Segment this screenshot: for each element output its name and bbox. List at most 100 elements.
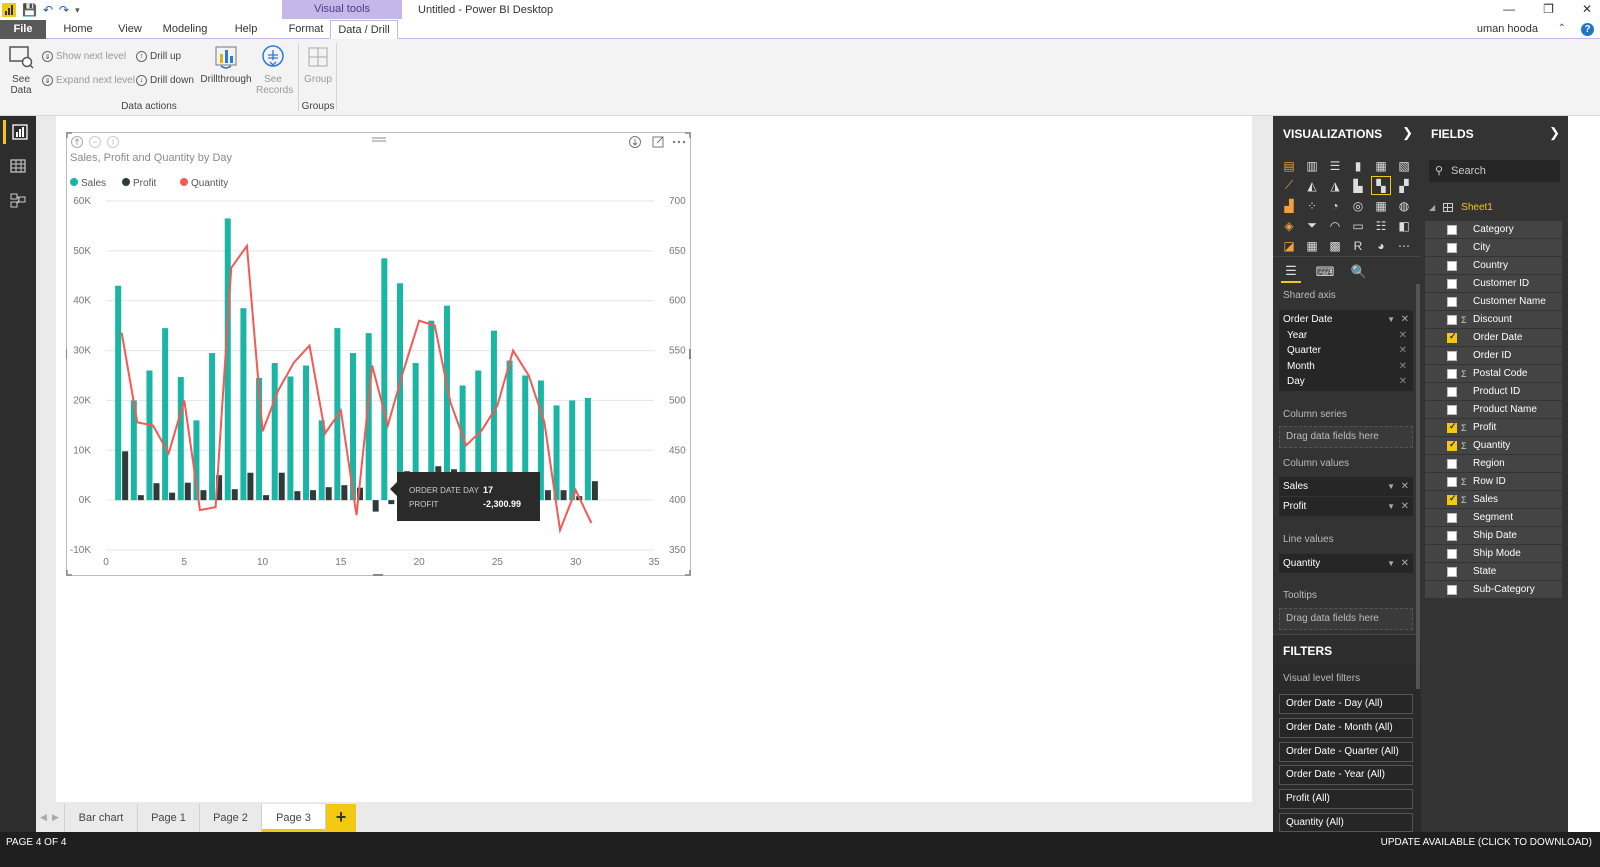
treemap-visual-icon[interactable]: ▦	[1371, 196, 1391, 215]
remove-field-icon[interactable]: ✕	[1401, 554, 1409, 573]
field-dropdown-icon[interactable]: ▼	[1387, 497, 1395, 516]
show-next-level-button[interactable]: ⇓ Show next level	[42, 51, 126, 62]
data-view-icon[interactable]	[6, 154, 30, 178]
area-visual-icon[interactable]: ◭	[1302, 176, 1322, 195]
field-checkbox[interactable]	[1447, 458, 1457, 469]
field-row[interactable]: Order ID	[1425, 347, 1562, 364]
collapse-fields-icon[interactable]: ❯	[1549, 125, 1560, 141]
field-checkbox[interactable]	[1447, 350, 1457, 361]
visualizations-scrollbar[interactable]	[1416, 284, 1420, 689]
line-stacked-column-visual-icon[interactable]: ▙	[1348, 176, 1368, 195]
donut-visual-icon[interactable]: ◎	[1348, 196, 1368, 215]
scatter-visual-icon[interactable]: ⁘	[1302, 196, 1322, 215]
column-value-sales[interactable]: Sales ▼ ✕	[1279, 477, 1413, 496]
save-icon[interactable]: 💾	[22, 3, 37, 17]
field-checkbox[interactable]	[1447, 331, 1457, 343]
filter-quantity[interactable]: Quantity (All)	[1279, 813, 1413, 832]
user-name[interactable]: uman hooda	[1477, 23, 1538, 35]
remove-field-icon[interactable]: ✕	[1401, 310, 1409, 329]
column-value-profit[interactable]: Profit ▼ ✕	[1279, 497, 1413, 516]
field-row[interactable]: Customer ID	[1425, 275, 1562, 292]
field-row[interactable]: City	[1425, 239, 1562, 256]
chevron-up-icon[interactable]: ⌃	[1558, 23, 1566, 34]
clustered-column-visual-icon[interactable]: ▮	[1348, 156, 1368, 175]
slicer-visual-icon[interactable]: ◪	[1279, 236, 1299, 255]
restore-icon[interactable]: ❐	[1543, 2, 1554, 16]
filter-order-date-day[interactable]: Order Date - Day (All)	[1279, 694, 1413, 714]
redo-icon[interactable]: ↷	[59, 3, 69, 17]
tab-help[interactable]: Help	[228, 20, 264, 39]
combo-chart-visual[interactable]: Sales, Profit and Quantity by Day Sales P…	[66, 132, 691, 576]
100-bar-visual-icon[interactable]: ▦	[1371, 156, 1391, 175]
help-icon[interactable]: ?	[1581, 23, 1594, 36]
remove-year-icon[interactable]: ✕	[1399, 330, 1407, 341]
page-tab-page-3[interactable]: Page 3	[262, 804, 326, 832]
remove-field-icon[interactable]: ✕	[1401, 477, 1409, 496]
clustered-bar-visual-icon[interactable]: ☰	[1325, 156, 1345, 175]
column-series-drop-zone[interactable]: Drag data fields here	[1279, 426, 1413, 448]
gauge-visual-icon[interactable]: ◠	[1325, 216, 1345, 235]
field-checkbox[interactable]	[1447, 530, 1457, 541]
field-row[interactable]: Σ Postal Code	[1425, 365, 1562, 382]
kpi-visual-icon[interactable]: ◧	[1394, 216, 1414, 235]
map-visual-icon[interactable]: ◍	[1394, 196, 1414, 215]
stacked-area-visual-icon[interactable]: ◮	[1325, 176, 1345, 195]
field-checkbox[interactable]	[1447, 368, 1457, 379]
field-row[interactable]: Σ Profit	[1425, 419, 1562, 436]
field-checkbox[interactable]	[1447, 404, 1457, 415]
remove-quarter-icon[interactable]: ✕	[1399, 345, 1407, 356]
filter-order-date-month[interactable]: Order Date - Month (All)	[1279, 718, 1413, 738]
multi-row-card-visual-icon[interactable]: ☷	[1371, 216, 1391, 235]
update-available-link[interactable]: UPDATE AVAILABLE (CLICK TO DOWNLOAD)	[1381, 837, 1592, 848]
matrix-visual-icon[interactable]: ▩	[1325, 236, 1345, 255]
drillthrough-button[interactable]: Drillthrough	[199, 43, 253, 85]
remove-month-icon[interactable]: ✕	[1399, 361, 1407, 372]
page-tab-page-2[interactable]: Page 2	[200, 804, 262, 832]
group-button[interactable]: Group	[303, 43, 333, 85]
see-data-button[interactable]: See Data	[6, 43, 36, 96]
scroll-left-icon[interactable]: ◀	[40, 812, 47, 823]
field-row[interactable]: Sub-Category	[1425, 581, 1562, 598]
field-checkbox[interactable]	[1447, 512, 1457, 523]
scroll-right-icon[interactable]: ▶	[52, 812, 59, 823]
fields-search-input[interactable]: ⚲ Search	[1429, 160, 1560, 182]
page-tab-page-1[interactable]: Page 1	[138, 804, 200, 832]
line-visual-icon[interactable]: ⟋	[1279, 176, 1299, 195]
field-checkbox[interactable]	[1447, 439, 1457, 451]
tab-home[interactable]: Home	[58, 20, 98, 39]
field-row[interactable]: Ship Date	[1425, 527, 1562, 544]
funnel-visual-icon[interactable]: ⏷	[1302, 216, 1322, 235]
field-checkbox[interactable]	[1447, 278, 1457, 289]
field-row[interactable]: Σ Sales	[1425, 491, 1562, 508]
remove-day-icon[interactable]: ✕	[1399, 376, 1407, 387]
filled-map-visual-icon[interactable]: ◈	[1279, 216, 1299, 235]
100-column-visual-icon[interactable]: ▧	[1394, 156, 1414, 175]
tab-modeling[interactable]: Modeling	[160, 20, 210, 39]
analytics-magnifier-icon[interactable]: 🔍	[1349, 261, 1369, 283]
stacked-bar-visual-icon[interactable]: ▤	[1279, 156, 1299, 175]
field-checkbox[interactable]	[1447, 224, 1457, 235]
undo-icon[interactable]: ↶	[43, 3, 53, 17]
field-row[interactable]: Segment	[1425, 509, 1562, 526]
tab-file[interactable]: File	[0, 20, 46, 39]
close-icon[interactable]: ✕	[1582, 2, 1592, 16]
tab-data-drill[interactable]: Data / Drill	[330, 20, 398, 39]
fields-well-icon[interactable]: ☰	[1281, 261, 1301, 283]
field-row[interactable]: Σ Row ID	[1425, 473, 1562, 490]
hierarchy-year[interactable]: Year	[1287, 330, 1307, 341]
field-dropdown-icon[interactable]: ▼	[1387, 310, 1395, 329]
filter-order-date-year[interactable]: Order Date - Year (All)	[1279, 765, 1413, 785]
hierarchy-month[interactable]: Month	[1287, 361, 1315, 372]
remove-field-icon[interactable]: ✕	[1401, 497, 1409, 516]
customize-qat-icon[interactable]: ▾	[75, 3, 80, 17]
table-sheet1[interactable]: ◢ Sheet1	[1429, 202, 1493, 213]
stacked-column-visual-icon[interactable]: ▥	[1302, 156, 1322, 175]
add-page-button[interactable]: +	[326, 804, 356, 832]
format-paint-roller-icon[interactable]: ⌨	[1315, 261, 1335, 283]
filter-profit[interactable]: Profit (All)	[1279, 789, 1413, 809]
filter-order-date-quarter[interactable]: Order Date - Quarter (All)	[1279, 742, 1413, 762]
field-checkbox[interactable]	[1447, 548, 1457, 559]
field-checkbox[interactable]	[1447, 242, 1457, 253]
more-visual-icon[interactable]: ⋯	[1394, 236, 1414, 255]
field-checkbox[interactable]	[1447, 566, 1457, 577]
